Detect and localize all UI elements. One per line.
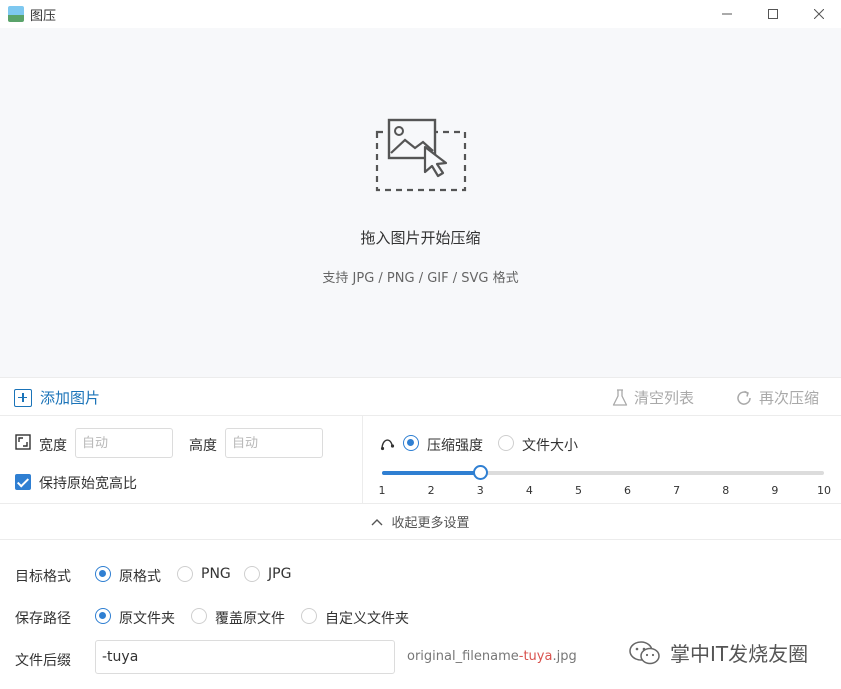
close-icon bbox=[814, 9, 824, 19]
keep-ratio-checkbox[interactable] bbox=[15, 474, 31, 490]
watermark-text: 掌中IT发烧友圈 bbox=[670, 642, 809, 666]
slider-tick-label: 7 bbox=[673, 484, 681, 497]
title-bar: 图压 bbox=[0, 0, 841, 28]
resize-icon bbox=[15, 434, 31, 450]
curve-icon bbox=[380, 439, 395, 451]
keep-ratio-label: 保持原始宽高比 bbox=[39, 476, 137, 492]
window-title: 图压 bbox=[30, 9, 57, 24]
mode-filesize-radio[interactable] bbox=[498, 435, 514, 451]
slider-tick-label: 6 bbox=[624, 484, 632, 497]
clear-list-button[interactable]: 清空列表 bbox=[612, 387, 694, 408]
mode-strength-radio[interactable] bbox=[403, 435, 419, 451]
height-label: 高度 bbox=[189, 438, 217, 454]
slider-tick-label: 4 bbox=[525, 484, 533, 497]
height-input[interactable] bbox=[225, 428, 323, 458]
slider-fill bbox=[382, 471, 481, 475]
collapse-label: 收起更多设置 bbox=[391, 516, 470, 531]
slider-tick-label: 9 bbox=[771, 484, 779, 497]
drop-title: 拖入图片开始压缩 bbox=[360, 229, 481, 247]
slider-tick-label: 1 bbox=[378, 484, 386, 497]
maximize-icon bbox=[768, 9, 778, 19]
mode-filesize-label: 文件大小 bbox=[522, 438, 578, 454]
slider-tick-label: 2 bbox=[427, 484, 435, 497]
format-jpg-radio[interactable] bbox=[244, 566, 260, 582]
chevron-up-icon bbox=[371, 518, 383, 525]
suffix-label: 文件后缀 bbox=[15, 653, 71, 669]
drop-subtitle: 支持 JPG / PNG / GIF / SVG 格式 bbox=[322, 271, 519, 286]
flask-icon bbox=[612, 388, 628, 406]
format-original-radio[interactable] bbox=[95, 566, 111, 582]
add-image-label: 添加图片 bbox=[40, 389, 101, 407]
add-image-button[interactable]: 添加图片 bbox=[14, 387, 100, 408]
wechat-icon bbox=[629, 640, 660, 664]
format-label: 目标格式 bbox=[15, 569, 71, 585]
close-button[interactable] bbox=[796, 0, 841, 28]
minimize-icon bbox=[722, 13, 732, 15]
settings-divider bbox=[362, 416, 363, 504]
format-option-original: 原格式 bbox=[119, 569, 161, 585]
save-path-label: 保存路径 bbox=[15, 611, 71, 627]
compression-slider[interactable] bbox=[382, 465, 824, 480]
suffix-preview-suffix: -tuya bbox=[518, 649, 553, 664]
drop-zone[interactable]: 拖入图片开始压缩 支持 JPG / PNG / GIF / SVG 格式 bbox=[0, 28, 841, 378]
maximize-button[interactable] bbox=[750, 0, 796, 28]
save-original-folder-radio[interactable] bbox=[95, 608, 111, 624]
suffix-preview-ext: .jpg bbox=[552, 649, 577, 664]
slider-tick-label: 10 bbox=[817, 484, 831, 497]
save-option-overwrite: 覆盖原文件 bbox=[215, 611, 285, 627]
slider-tick-label: 5 bbox=[574, 484, 582, 497]
clear-list-label: 清空列表 bbox=[634, 389, 695, 407]
toolbar: 添加图片 清空列表 再次压缩 bbox=[0, 378, 841, 416]
width-label: 宽度 bbox=[39, 438, 67, 454]
width-input[interactable] bbox=[75, 428, 173, 458]
format-option-png: PNG bbox=[201, 566, 231, 582]
suffix-preview-name: original_filename bbox=[407, 649, 519, 664]
slider-tick-label: 8 bbox=[722, 484, 730, 497]
save-custom-folder-radio[interactable] bbox=[301, 608, 317, 624]
minimize-button[interactable] bbox=[704, 0, 750, 28]
slider-tick-label: 3 bbox=[476, 484, 484, 497]
save-option-original-folder: 原文件夹 bbox=[119, 611, 175, 627]
save-overwrite-radio[interactable] bbox=[191, 608, 207, 624]
save-option-custom-folder: 自定义文件夹 bbox=[325, 611, 409, 627]
format-option-jpg: JPG bbox=[268, 566, 292, 582]
recompress-label: 再次压缩 bbox=[759, 389, 820, 407]
watermark: 掌中IT发烧友圈 bbox=[628, 638, 808, 667]
refresh-icon bbox=[737, 390, 751, 405]
collapse-settings-button[interactable]: 收起更多设置 bbox=[0, 504, 841, 540]
add-icon bbox=[14, 388, 32, 407]
mode-strength-label: 压缩强度 bbox=[427, 438, 483, 454]
recompress-button[interactable]: 再次压缩 bbox=[735, 387, 819, 408]
suffix-preview: original_filename-tuya.jpg bbox=[407, 649, 577, 664]
suffix-input[interactable] bbox=[95, 640, 395, 674]
format-png-radio[interactable] bbox=[177, 566, 193, 582]
app-icon bbox=[8, 6, 24, 22]
drop-image-icon bbox=[375, 118, 467, 192]
